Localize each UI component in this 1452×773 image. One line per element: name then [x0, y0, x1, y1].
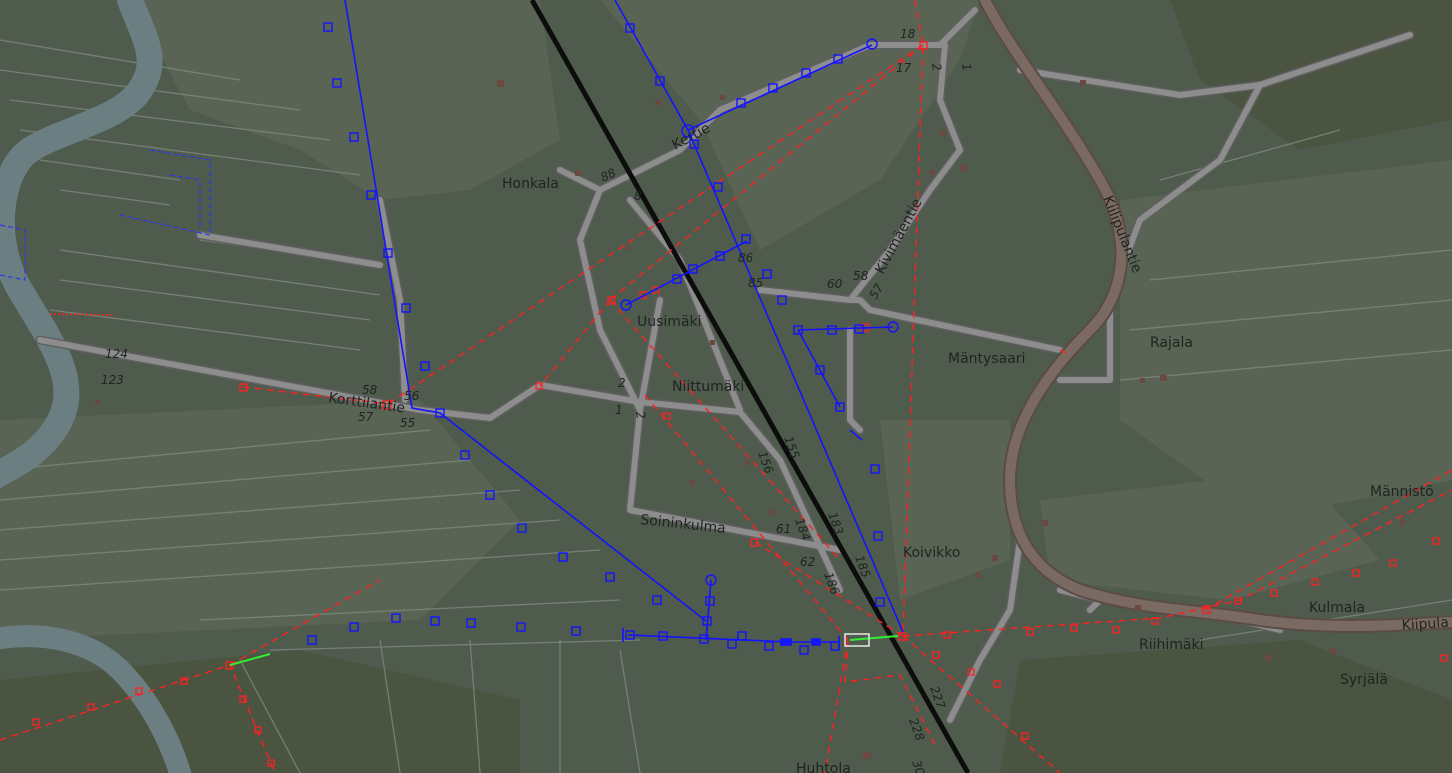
- addr-18: 18: [900, 27, 916, 41]
- addr-60: 60: [827, 277, 843, 291]
- addr-85: 85: [748, 276, 763, 290]
- addr-8: 8: [634, 189, 642, 203]
- place-honkala: Honkala: [502, 176, 559, 192]
- addr-1b: 1: [615, 403, 623, 417]
- addr-58b: 58: [362, 383, 378, 397]
- addr-62: 62: [800, 555, 815, 569]
- addr-2b: 2: [618, 376, 626, 390]
- addr-124: 124: [105, 347, 128, 361]
- place-rajala: Rajala: [1150, 335, 1193, 351]
- place-niittumaki: Niittumäki: [672, 379, 744, 395]
- road-kiipula-east: Kiipula: [1401, 615, 1449, 634]
- addr-57b: 57: [358, 410, 374, 424]
- place-kulmala: Kulmala: [1309, 600, 1365, 616]
- addr-123: 123: [101, 373, 124, 387]
- addr-55: 55: [400, 416, 415, 430]
- addr-86: 86: [738, 251, 754, 265]
- place-koivikko: Koivikko: [903, 545, 960, 561]
- addr-17: 17: [896, 61, 912, 75]
- addr-58: 58: [853, 269, 869, 283]
- place-uusimaki: Uusimäki: [637, 314, 702, 330]
- place-syrjala: Syrjälä: [1340, 672, 1388, 688]
- addr-56: 56: [404, 389, 420, 403]
- place-mantysaari: Mäntysaari: [948, 351, 1025, 367]
- addr-61: 61: [776, 522, 791, 536]
- place-mannisto: Männistö: [1370, 484, 1434, 500]
- place-huhtola: Huhtola: [796, 761, 851, 773]
- place-riihimaki: Riihimäki: [1139, 637, 1203, 653]
- map-canvas[interactable]: Honkala Uusimäki Niittumäki Mäntysaari R…: [0, 0, 1452, 773]
